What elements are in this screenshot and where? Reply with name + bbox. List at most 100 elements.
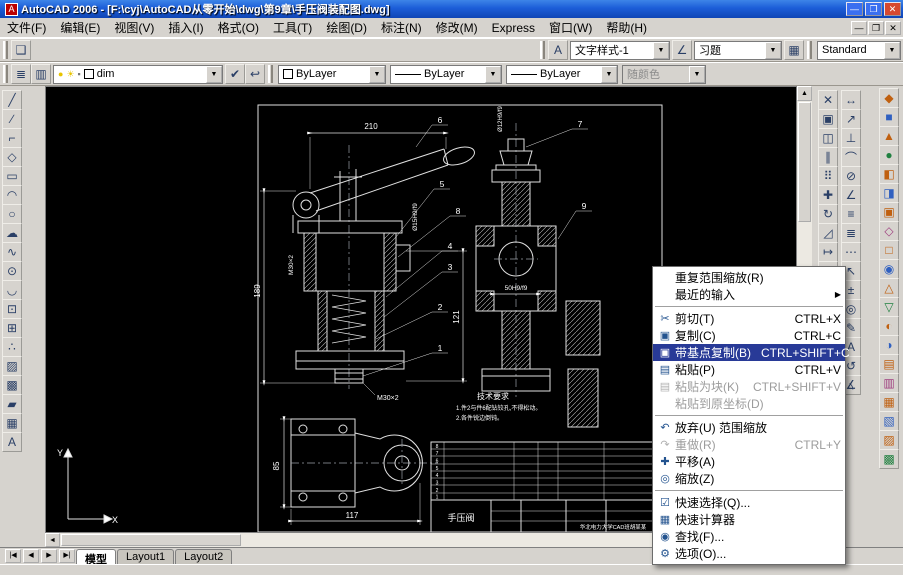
rotate-icon[interactable]: ↻: [818, 204, 838, 224]
menu-insert[interactable]: 插入(I): [161, 17, 210, 38]
combo-dropdown-icon[interactable]: ▼: [206, 65, 222, 83]
context-menu-item-options[interactable]: ⚙ 选项(O)...: [653, 545, 845, 562]
context-menu-item-cut[interactable]: ✂ 剪切(T) CTRL+X: [653, 310, 845, 327]
layer-thaw-icon[interactable]: ☀: [66, 69, 74, 80]
context-menu-item-copy-with-base-point[interactable]: ▣ 带基点复制(B) CTRL+SHIFT+C: [653, 344, 850, 361]
arc-icon[interactable]: ◠: [2, 185, 22, 205]
context-menu-item-quick-calc[interactable]: ▦ 快速计算器: [653, 511, 845, 528]
menu-window[interactable]: 窗口(W): [542, 17, 599, 38]
combo-dropdown-icon[interactable]: ▼: [601, 65, 617, 83]
tab-layout2[interactable]: Layout2: [175, 549, 233, 564]
dock-tool-icon[interactable]: ▣: [879, 202, 899, 222]
table-style-icon[interactable]: ▦: [784, 40, 804, 60]
ellipse-arc-icon[interactable]: ◡: [2, 280, 22, 300]
copy-object-icon[interactable]: ▣: [818, 109, 838, 129]
context-menu-item-undo[interactable]: ↶ 放弃(U) 范围缩放: [653, 419, 845, 436]
context-menu-item-paste-to-original-coords[interactable]: 粘贴到原坐标(D): [653, 395, 845, 412]
horizontal-scroll-thumb[interactable]: [61, 534, 241, 546]
menu-format[interactable]: 格式(O): [211, 17, 266, 38]
text-style-icon[interactable]: A: [548, 40, 568, 60]
tab-layout1[interactable]: Layout1: [117, 549, 175, 564]
line-icon[interactable]: ╱: [2, 90, 22, 110]
tab-first-button[interactable]: |◀: [5, 549, 21, 563]
array-icon[interactable]: ⠿: [818, 166, 838, 186]
tab-prev-button[interactable]: ◀: [23, 549, 39, 563]
toolbar-grip[interactable]: [268, 65, 273, 83]
new-icon[interactable]: ❑: [11, 40, 31, 60]
combo-dropdown-icon[interactable]: ▼: [485, 65, 501, 83]
continue-dim-icon[interactable]: ⋯: [841, 242, 861, 262]
context-menu-item-quick-select[interactable]: ☑ 快速选择(Q)...: [653, 494, 845, 511]
dim-style-icon[interactable]: ∠: [672, 40, 692, 60]
construction-line-icon[interactable]: ∕: [2, 109, 22, 129]
menu-file[interactable]: 文件(F): [0, 17, 53, 38]
multiline-text-icon[interactable]: A: [2, 432, 22, 452]
polyline-icon[interactable]: ⌐: [2, 128, 22, 148]
layer-on-icon[interactable]: ●: [58, 69, 63, 79]
close-button[interactable]: ✕: [884, 2, 901, 16]
dock-tool-icon[interactable]: ●: [879, 145, 899, 165]
maximize-button[interactable]: ❐: [865, 2, 882, 16]
diameter-dim-icon[interactable]: ⊘: [841, 166, 861, 186]
table-icon[interactable]: ▦: [2, 413, 22, 433]
tab-model[interactable]: 模型: [76, 549, 116, 566]
layer-previous-icon[interactable]: ↩: [245, 64, 265, 84]
revision-cloud-icon[interactable]: ☁: [2, 223, 22, 243]
aligned-dim-icon[interactable]: ↗: [841, 109, 861, 129]
layer-states-icon[interactable]: ▥: [31, 64, 51, 84]
menu-edit[interactable]: 编辑(E): [53, 17, 107, 38]
make-object-layer-current-icon[interactable]: ✔: [225, 64, 245, 84]
combo-dropdown-icon[interactable]: ▼: [765, 41, 781, 59]
dock-tool-icon[interactable]: ▩: [879, 449, 899, 469]
angular-dim-icon[interactable]: ∠: [841, 185, 861, 205]
mdi-restore-button[interactable]: ❐: [868, 20, 884, 35]
scroll-up-button[interactable]: ▲: [797, 86, 812, 101]
context-menu-item-recent-input[interactable]: 最近的输入 ▶: [653, 286, 845, 303]
color-combobox[interactable]: ByLayer ▼: [278, 64, 386, 84]
insert-block-icon[interactable]: ⊡: [2, 299, 22, 319]
radius-dim-icon[interactable]: ⌒: [841, 147, 861, 167]
menu-modify[interactable]: 修改(M): [429, 17, 485, 38]
dock-tool-icon[interactable]: ◧: [879, 164, 899, 184]
gradient-icon[interactable]: ▩: [2, 375, 22, 395]
vertical-scroll-thumb[interactable]: [798, 102, 811, 222]
menu-draw[interactable]: 绘图(D): [319, 17, 374, 38]
spline-icon[interactable]: ∿: [2, 242, 22, 262]
dock-tool-icon[interactable]: ◆: [879, 88, 899, 108]
dock-tool-icon[interactable]: ◐: [879, 316, 899, 336]
ellipse-icon[interactable]: ⊙: [2, 261, 22, 281]
dock-tool-icon[interactable]: ▤: [879, 354, 899, 374]
make-block-icon[interactable]: ⊞: [2, 318, 22, 338]
dock-tool-icon[interactable]: ▥: [879, 373, 899, 393]
stretch-icon[interactable]: ↦: [818, 242, 838, 262]
dim-style-combobox[interactable]: 习题 ▼: [694, 40, 782, 60]
toolbar-grip[interactable]: [3, 65, 8, 83]
circle-icon[interactable]: ○: [2, 204, 22, 224]
point-icon[interactable]: ∴: [2, 337, 22, 357]
toolbar-grip[interactable]: [540, 41, 545, 59]
combo-dropdown-icon[interactable]: ▼: [653, 41, 669, 59]
context-menu-item-find[interactable]: ◉ 查找(F)...: [653, 528, 845, 545]
dock-tool-icon[interactable]: ▦: [879, 392, 899, 412]
rectangle-icon[interactable]: ▭: [2, 166, 22, 186]
quick-dim-icon[interactable]: ≡: [841, 204, 861, 224]
tab-next-button[interactable]: ▶: [41, 549, 57, 563]
dock-tool-icon[interactable]: ◨: [879, 183, 899, 203]
mirror-icon[interactable]: ◫: [818, 128, 838, 148]
ordinate-dim-icon[interactable]: ⊥: [841, 128, 861, 148]
linear-dim-icon[interactable]: ↔: [841, 90, 861, 110]
dock-tool-icon[interactable]: □: [879, 240, 899, 260]
context-menu-item-copy[interactable]: ▣ 复制(C) CTRL+C: [653, 327, 845, 344]
mdi-close-button[interactable]: ✕: [885, 20, 901, 35]
context-menu-item-pan[interactable]: ✚ 平移(A): [653, 453, 845, 470]
context-menu-item-repeat-zoom-extents[interactable]: 重复范围缩放(R): [653, 269, 845, 286]
context-menu-item-zoom[interactable]: ◎ 缩放(Z): [653, 470, 845, 487]
menu-dimension[interactable]: 标注(N): [374, 17, 429, 38]
erase-icon[interactable]: ✕: [818, 90, 838, 110]
layer-properties-icon[interactable]: ≣: [11, 64, 31, 84]
linetype-combobox[interactable]: ByLayer ▼: [390, 64, 502, 84]
text-style-combobox[interactable]: 文字样式-1 ▼: [570, 40, 670, 60]
toolbar-grip[interactable]: [3, 41, 8, 59]
minimize-button[interactable]: —: [846, 2, 863, 16]
move-icon[interactable]: ✚: [818, 185, 838, 205]
